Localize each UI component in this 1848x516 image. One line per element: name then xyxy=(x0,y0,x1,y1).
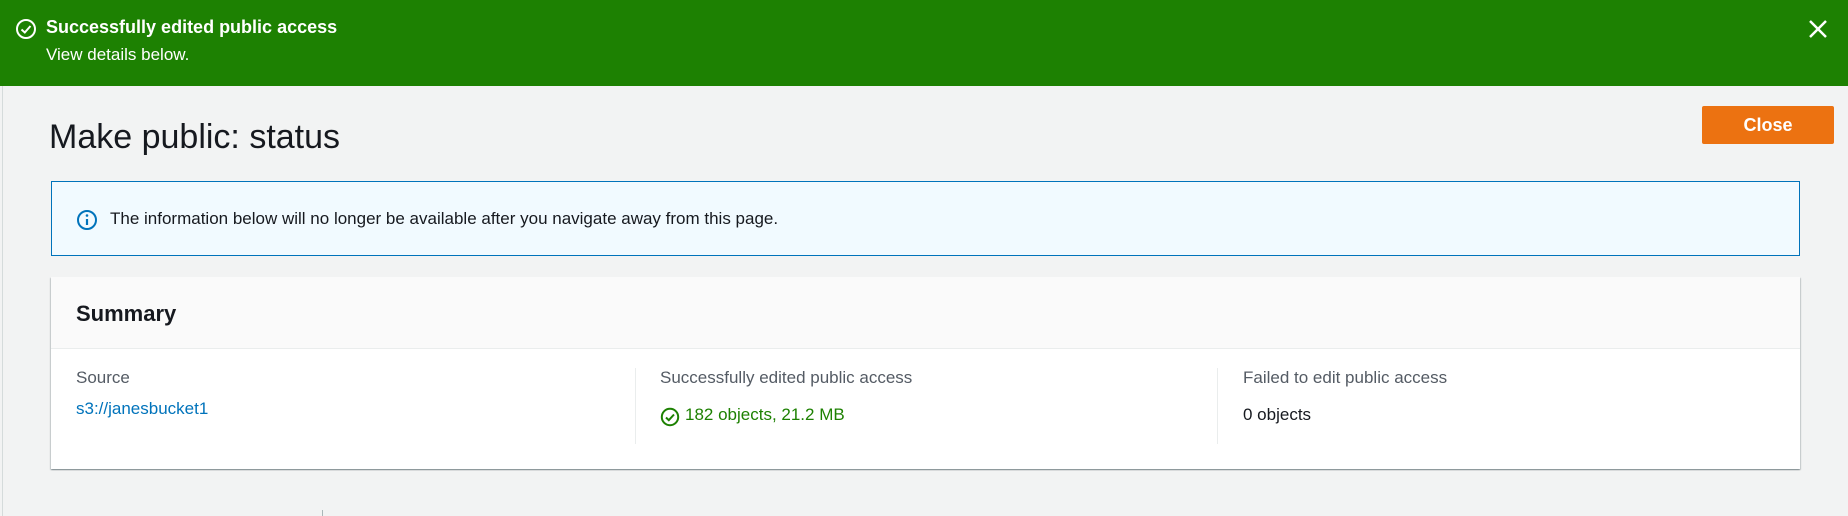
column-divider xyxy=(635,368,636,444)
flash-title: Successfully edited public access xyxy=(46,17,338,37)
close-button[interactable]: Close xyxy=(1702,106,1834,144)
failed-label: Failed to edit public access xyxy=(1243,368,1448,387)
close-icon[interactable] xyxy=(1806,17,1830,41)
divider xyxy=(322,510,323,516)
success-check-icon xyxy=(660,407,680,427)
page-title: Make public: status xyxy=(49,118,341,156)
success-circle-icon xyxy=(16,19,36,39)
summary-title: Summary xyxy=(76,301,177,326)
flash-subtitle: View details below. xyxy=(46,45,190,64)
summary-panel: Summary Source s3://janesbucket1 Success… xyxy=(51,277,1800,469)
source-label: Source xyxy=(76,368,130,387)
failed-value: 0 objects xyxy=(1243,405,1312,424)
info-text: The information below will no longer be … xyxy=(110,209,779,228)
succeeded-label: Successfully edited public access xyxy=(660,368,913,387)
column-divider xyxy=(1217,368,1218,444)
succeeded-count: 182 objects, 21.2 MB xyxy=(685,405,845,424)
info-alert: The information below will no longer be … xyxy=(51,181,1800,256)
summary-header: Summary xyxy=(51,277,1800,349)
success-flash-banner: Successfully edited public access View d… xyxy=(0,0,1848,86)
info-icon xyxy=(77,210,97,230)
source-link[interactable]: s3://janesbucket1 xyxy=(76,399,208,419)
